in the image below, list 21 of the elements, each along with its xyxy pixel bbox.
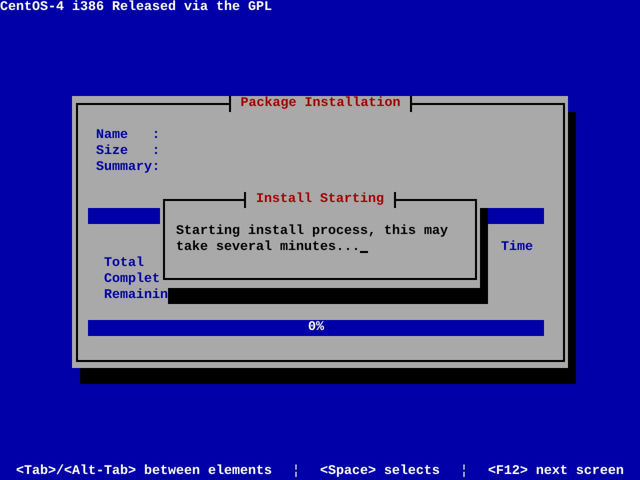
screen-title: CentOS-4 i386 Released via the GPL <box>0 0 273 16</box>
colon: : <box>152 160 160 175</box>
help-hint: <Space> selects <box>320 464 440 480</box>
separator: ¦ <box>460 464 468 480</box>
dialog-title: Install Starting <box>244 192 396 208</box>
row-label: Complet <box>104 272 160 287</box>
colon: : <box>152 144 160 159</box>
field-label: Summary <box>96 160 152 176</box>
help-hint: <F12> next screen <box>488 464 624 480</box>
colon: : <box>152 128 160 143</box>
message-text: Starting install process, this may <box>176 224 448 239</box>
help-hint: <Tab>/<Alt-Tab> between elements <box>16 464 272 480</box>
separator: ¦ <box>292 464 300 480</box>
row-label: Remainin <box>104 288 168 303</box>
column-header: Time <box>501 240 533 256</box>
message-text: take several minutes... <box>176 240 360 255</box>
progress-reading: 0% <box>308 320 324 336</box>
window-title: Package Installation <box>228 96 412 112</box>
row-label: Total <box>104 256 144 271</box>
field-label: Size <box>96 144 129 160</box>
field-label: Name <box>96 128 129 144</box>
